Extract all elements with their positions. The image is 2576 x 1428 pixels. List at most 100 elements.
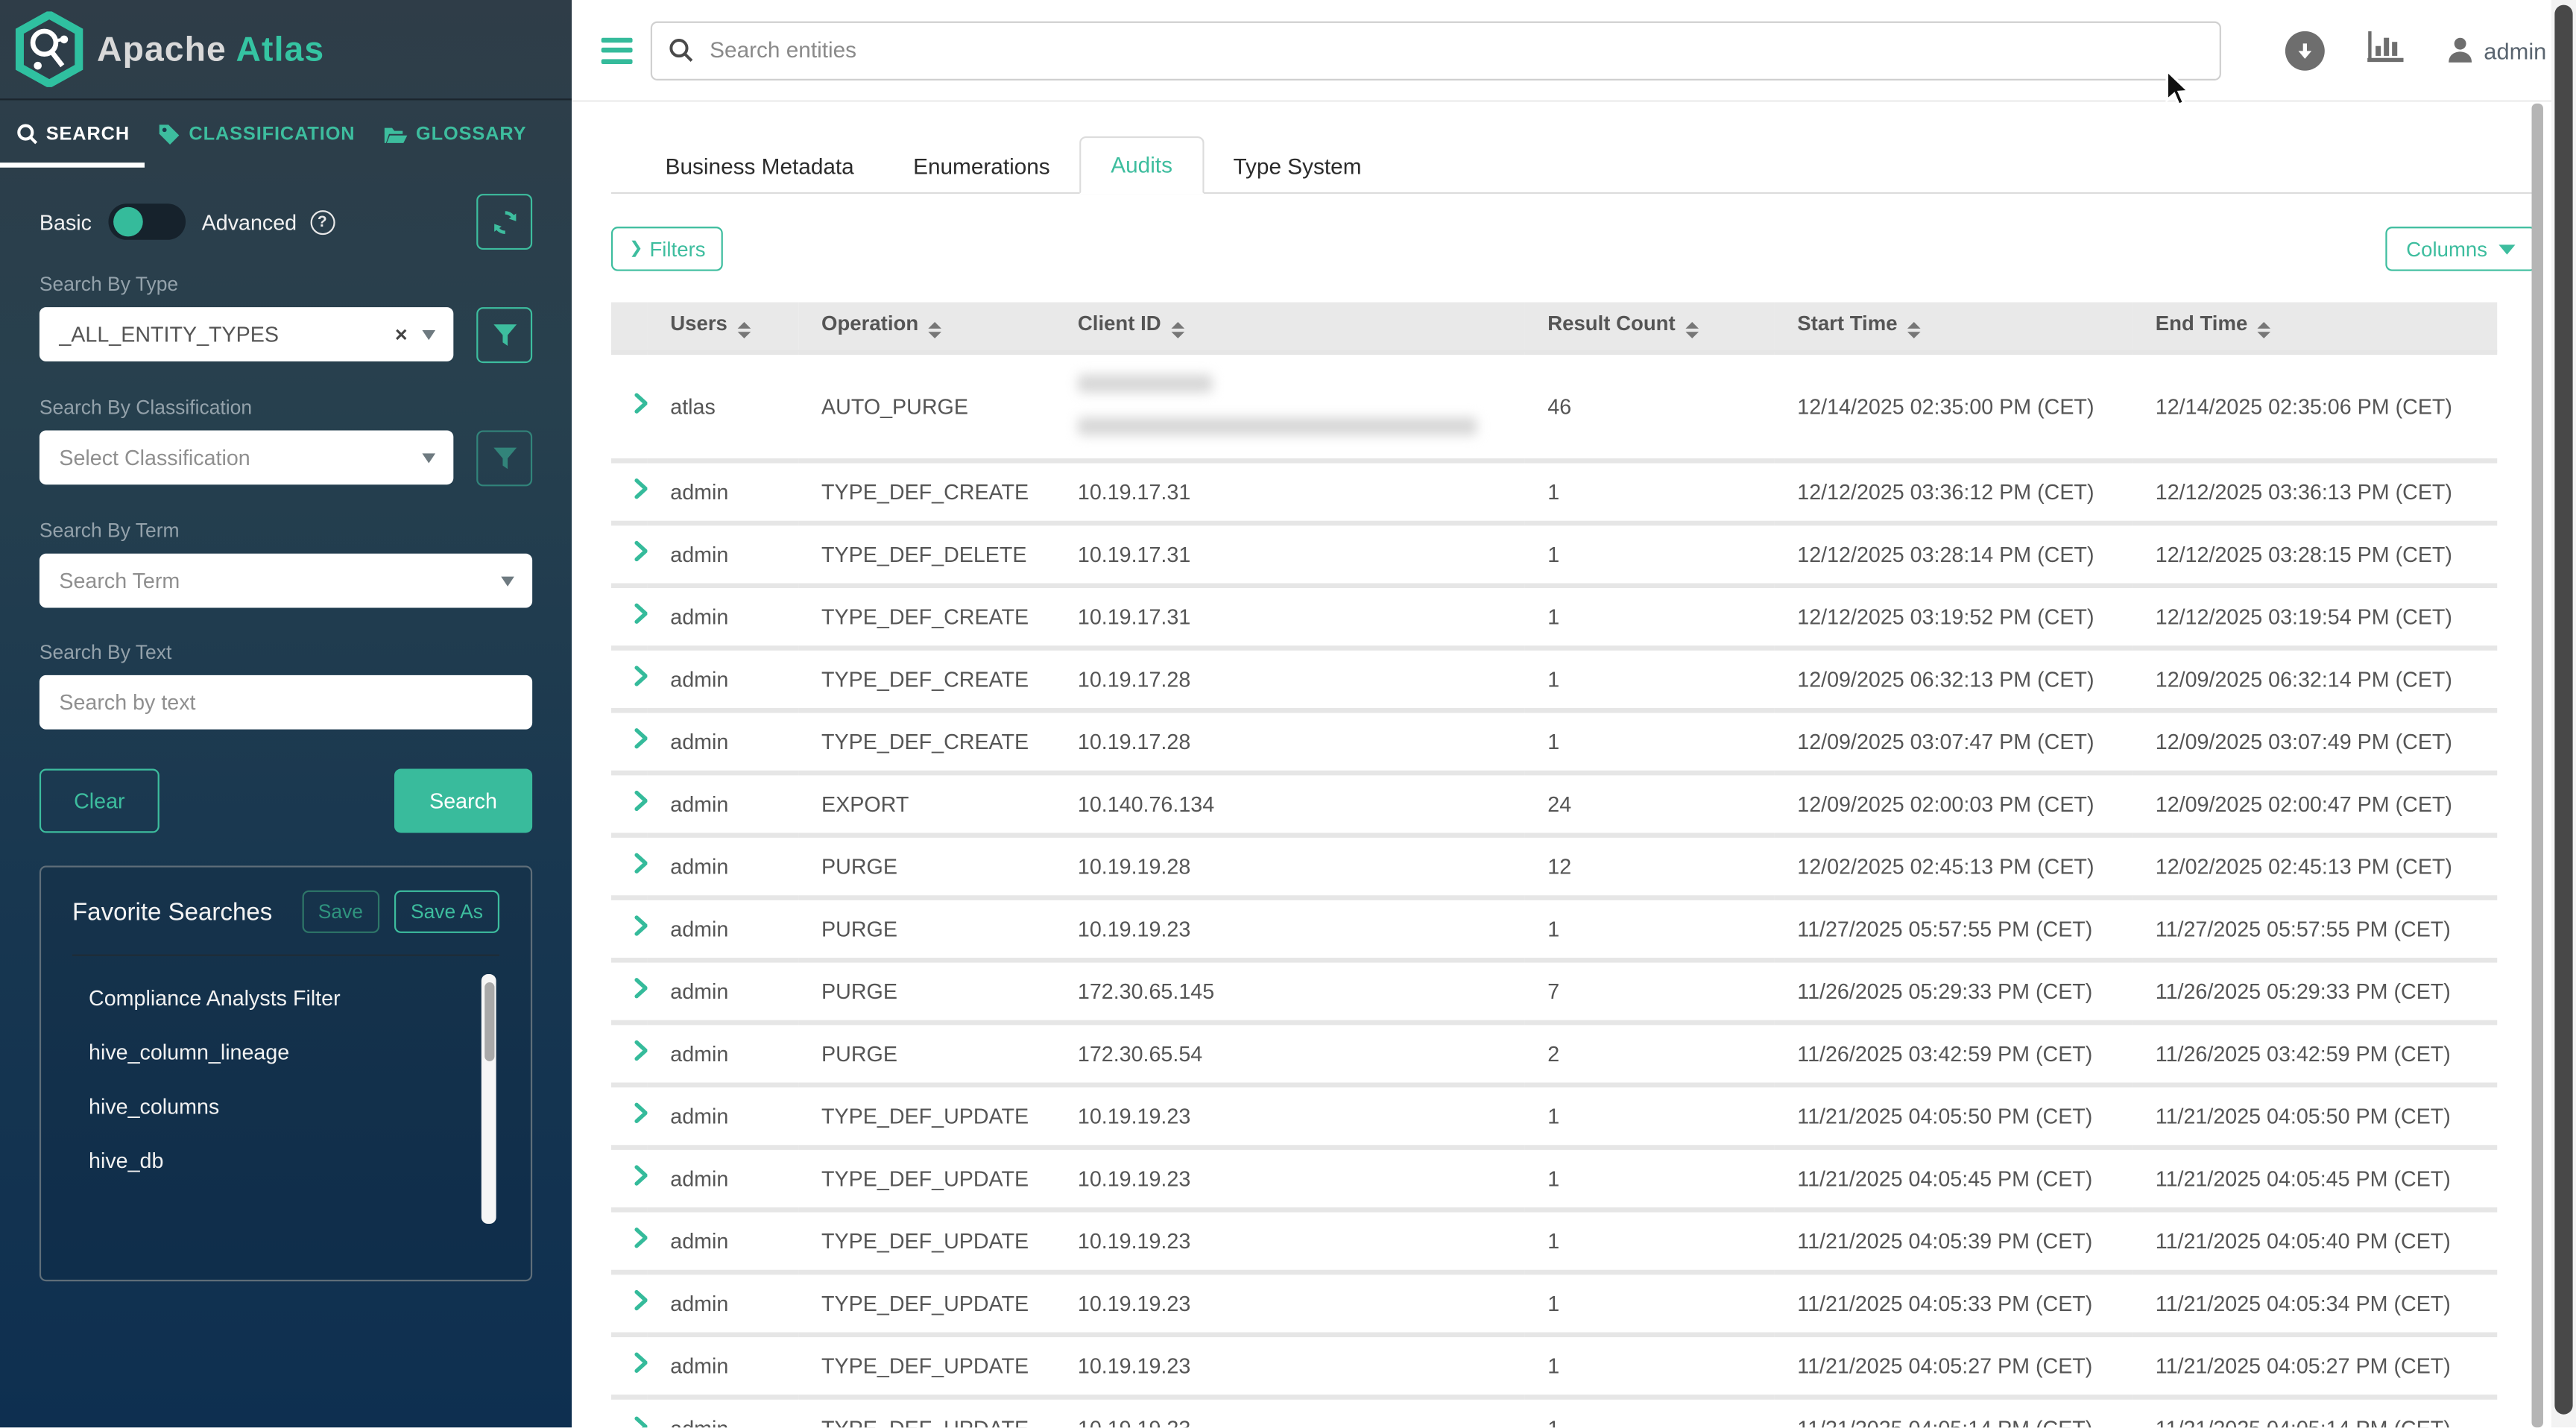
sidebar-nav: SEARCH CLASSIFICATION GLOSSARY xyxy=(0,98,572,168)
user-menu[interactable]: admin xyxy=(2446,36,2547,63)
clear-type-icon[interactable]: × xyxy=(395,322,408,347)
cell-end-time: 11/21/2025 04:05:27 PM (CET) xyxy=(2133,1334,2497,1397)
row-expand-button[interactable] xyxy=(611,1084,647,1147)
sort-icon[interactable] xyxy=(928,323,941,339)
cell-user: admin xyxy=(647,1209,798,1271)
column-header-start-time[interactable]: Start Time xyxy=(1774,303,2132,352)
list-item[interactable]: hive_columns xyxy=(89,1079,531,1134)
row-expand-button[interactable] xyxy=(611,1146,647,1209)
filter-funnel-icon xyxy=(492,323,517,347)
search-icon xyxy=(669,38,693,63)
basic-advanced-toggle[interactable] xyxy=(108,203,186,239)
row-expand-button[interactable] xyxy=(611,897,647,959)
cell-user: admin xyxy=(647,1146,798,1209)
filters-button[interactable]: ❯ Filters xyxy=(611,227,724,271)
column-header-operation[interactable]: Operation xyxy=(798,303,1055,352)
table-row: admin TYPE_DEF_CREATE 10.19.17.28 1 12/0… xyxy=(611,647,2497,710)
save-as-button[interactable]: Save As xyxy=(394,891,499,933)
cell-user: admin xyxy=(647,647,798,710)
table-row: admin TYPE_DEF_UPDATE 10.19.19.23 1 11/2… xyxy=(611,1084,2497,1147)
row-expand-button[interactable] xyxy=(611,585,647,648)
toggle-knob xyxy=(113,207,143,237)
row-expand-button[interactable] xyxy=(611,1334,647,1397)
cell-start-time: 11/21/2025 04:05:39 PM (CET) xyxy=(1774,1209,2132,1271)
refresh-button[interactable] xyxy=(476,194,532,250)
row-expand-button[interactable] xyxy=(611,647,647,710)
cell-start-time: 12/02/2025 02:45:13 PM (CET) xyxy=(1774,835,2132,897)
entity-search-input[interactable] xyxy=(707,36,2203,63)
cell-operation: AUTO_PURGE xyxy=(798,352,1055,460)
columns-button[interactable]: Columns xyxy=(2385,227,2537,271)
sidebar-tab-classification[interactable]: CLASSIFICATION xyxy=(158,123,356,145)
search-by-text-input[interactable] xyxy=(40,675,532,730)
cell-user: admin xyxy=(647,585,798,648)
table-row: admin TYPE_DEF_UPDATE 10.19.19.23 1 11/2… xyxy=(611,1209,2497,1271)
term-select[interactable]: Search Term xyxy=(40,554,532,608)
row-expand-button[interactable] xyxy=(611,1209,647,1271)
sidebar-tab-glossary[interactable]: GLOSSARY xyxy=(383,124,526,143)
chevron-right-icon xyxy=(634,1289,648,1311)
tab-enumerations[interactable]: Enumerations xyxy=(883,139,1079,194)
favorites-scrollbar[interactable] xyxy=(482,974,496,1224)
sort-icon[interactable] xyxy=(1685,323,1699,339)
list-item[interactable]: Compliance Analysts Filter xyxy=(89,971,531,1026)
tab-type-system[interactable]: Type System xyxy=(1204,139,1391,194)
type-filter-button[interactable] xyxy=(476,307,532,363)
row-expand-button[interactable] xyxy=(611,835,647,897)
classification-filter-button[interactable] xyxy=(476,430,532,486)
row-expand-button[interactable] xyxy=(611,959,647,1022)
row-expand-button[interactable] xyxy=(611,1396,647,1427)
clear-button[interactable]: Clear xyxy=(40,769,160,833)
cell-start-time: 11/26/2025 05:29:33 PM (CET) xyxy=(1774,959,2132,1022)
row-expand-button[interactable] xyxy=(611,1022,647,1084)
tab-business-metadata[interactable]: Business Metadata xyxy=(636,139,883,194)
chevron-down-icon xyxy=(422,452,435,462)
column-header-client-id[interactable]: Client ID xyxy=(1055,303,1524,352)
search-button[interactable]: Search xyxy=(394,769,532,833)
cell-end-time: 11/21/2025 04:05:40 PM (CET) xyxy=(2133,1209,2497,1271)
sidebar-tab-search[interactable]: SEARCH xyxy=(16,123,130,145)
classification-select[interactable]: Select Classification xyxy=(40,430,453,484)
menu-icon[interactable] xyxy=(602,37,633,63)
row-expand-button[interactable] xyxy=(611,352,647,460)
row-expand-button[interactable] xyxy=(611,522,647,585)
page-scrollbar[interactable] xyxy=(2551,0,2576,1427)
list-item[interactable]: hive_column_lineage xyxy=(89,1025,531,1079)
statistics-icon[interactable] xyxy=(2367,31,2403,70)
help-icon[interactable]: ? xyxy=(310,209,335,234)
row-expand-button[interactable] xyxy=(611,772,647,835)
sort-icon[interactable] xyxy=(2258,323,2271,339)
sort-icon[interactable] xyxy=(1171,323,1184,339)
type-select[interactable]: _ALL_ENTITY_TYPES × xyxy=(40,307,453,361)
favorites-scrollbar-thumb[interactable] xyxy=(484,982,493,1061)
page-scrollbar-thumb[interactable] xyxy=(2554,5,2572,1415)
save-button[interactable]: Save xyxy=(302,891,379,933)
cell-end-time: 12/09/2025 02:00:47 PM (CET) xyxy=(2133,772,2497,835)
cell-end-time: 11/21/2025 04:05:34 PM (CET) xyxy=(2133,1271,2497,1334)
sort-icon[interactable] xyxy=(737,323,751,339)
sort-icon[interactable] xyxy=(1907,323,1921,339)
cell-end-time: 12/09/2025 06:32:14 PM (CET) xyxy=(2133,647,2497,710)
entity-search-box[interactable] xyxy=(651,21,2221,80)
content-scrollbar-thumb[interactable] xyxy=(2532,104,2543,1428)
chevron-right-icon xyxy=(634,1415,648,1427)
tab-audits[interactable]: Audits xyxy=(1079,136,1203,194)
favorite-searches-title: Favorite Searches xyxy=(72,898,302,926)
column-header-users[interactable]: Users xyxy=(647,303,798,352)
cell-client-id: 10.19.17.28 xyxy=(1055,647,1524,710)
row-expand-button[interactable] xyxy=(611,710,647,772)
row-expand-button[interactable] xyxy=(611,1271,647,1334)
table-row: admin PURGE 172.30.65.145 7 11/26/2025 0… xyxy=(611,959,2497,1022)
cell-operation: TYPE_DEF_CREATE xyxy=(798,460,1055,522)
form-actions: Clear Search xyxy=(40,769,532,833)
download-icon[interactable] xyxy=(2285,31,2325,70)
column-header-end-time[interactable]: End Time xyxy=(2133,303,2497,352)
table-row: admin PURGE 10.19.19.28 12 12/02/2025 02… xyxy=(611,835,2497,897)
list-item[interactable]: hive_db xyxy=(89,1134,531,1188)
row-expand-button[interactable] xyxy=(611,460,647,522)
cell-result-count: 1 xyxy=(1524,897,1774,959)
cell-result-count: 2 xyxy=(1524,1022,1774,1084)
column-header-result-count[interactable]: Result Count xyxy=(1524,303,1774,352)
cell-operation: TYPE_DEF_CREATE xyxy=(798,585,1055,648)
active-nav-underline xyxy=(0,162,145,168)
